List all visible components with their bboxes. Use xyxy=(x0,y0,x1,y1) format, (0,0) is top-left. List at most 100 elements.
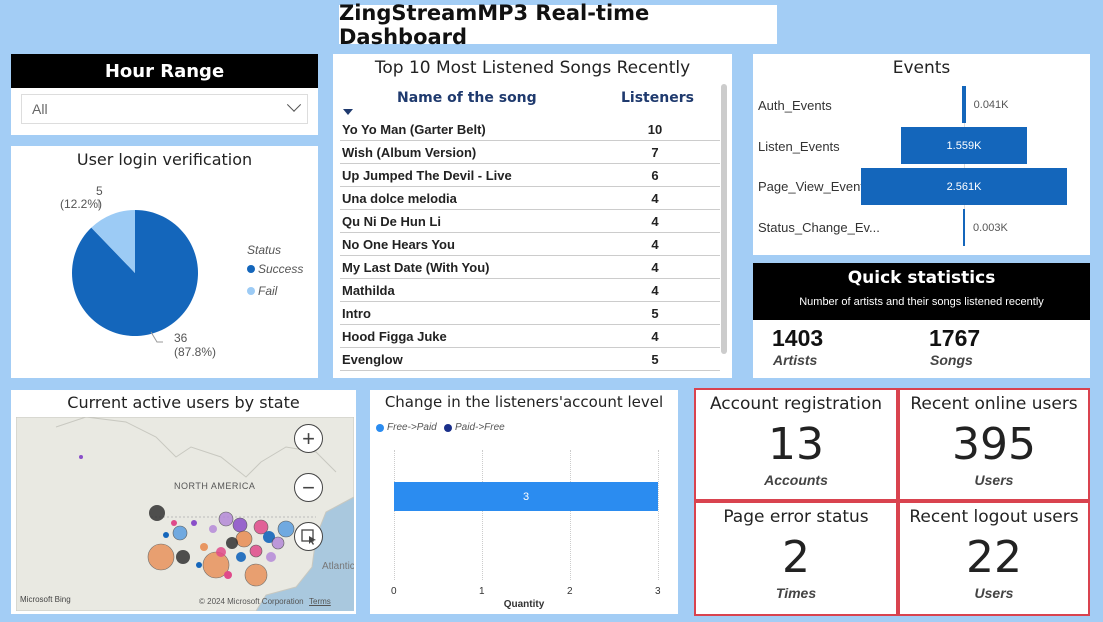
song-name: Yo Yo Man (Garter Belt) xyxy=(342,121,486,137)
account-level-title: Change in the listeners'account level xyxy=(384,393,664,411)
song-name: Hood Figga Juke xyxy=(342,328,447,344)
events-bar-value: 0.041K xyxy=(973,99,1009,111)
map-bubble[interactable] xyxy=(196,562,202,568)
map-terms-link[interactable]: Terms xyxy=(309,597,331,606)
table-row[interactable]: Up Jumped The Devil - Live 6 xyxy=(340,164,720,187)
map-canvas[interactable]: NORTH AMERICA Atlantic Microsoft Bing © … xyxy=(16,417,354,611)
song-name: Qu Ni De Hun Li xyxy=(342,213,441,229)
map-copyright: © 2024 Microsoft Corporation xyxy=(199,597,304,606)
legend-item-paid-free[interactable]: Paid->Free xyxy=(444,422,505,433)
quick-statistics-subtitle: Number of artists and their songs listen… xyxy=(799,296,1044,308)
quick-statistics-card: Quick statistics Number of artists and t… xyxy=(753,263,1090,378)
pie-leader-success xyxy=(150,331,163,343)
map-bubble[interactable] xyxy=(277,520,295,538)
events-chart: Events Auth_Events Listen_Events Page_Vi… xyxy=(753,54,1090,255)
map-bubble[interactable] xyxy=(176,550,190,564)
kpi-account-registration: Account registration 13 Accounts xyxy=(694,388,898,501)
bar-free-paid-label: 3 xyxy=(522,490,530,503)
song-listeners: 4 xyxy=(651,259,659,275)
map-bubble[interactable] xyxy=(224,571,232,579)
select-area-button[interactable] xyxy=(294,522,323,551)
legend-item-fail[interactable]: Fail xyxy=(247,284,277,298)
map-bubble[interactable] xyxy=(235,530,253,548)
kpi-errors-title: Page error status xyxy=(723,507,869,527)
hour-range-value: All xyxy=(32,101,48,117)
table-row[interactable]: Qu Ni De Hun Li 4 xyxy=(340,210,720,233)
map-bubble[interactable] xyxy=(163,532,169,538)
map-bubble[interactable] xyxy=(236,552,246,562)
events-label-listen: Listen_Events xyxy=(758,139,840,154)
song-listeners: 4 xyxy=(651,213,659,229)
legend-title: Status xyxy=(247,243,282,257)
x-axis-label: Quantity xyxy=(503,599,545,610)
kpi-registration-label: Accounts xyxy=(764,472,828,488)
song-name: Mathilda xyxy=(342,282,395,298)
map-bubble[interactable] xyxy=(266,552,276,562)
events-bar-2[interactable]: 2.561K xyxy=(861,168,1067,205)
song-listeners: 5 xyxy=(651,351,659,367)
events-bar-1[interactable]: 1.559K xyxy=(901,127,1027,164)
hour-range-slicer: Hour Range All xyxy=(11,54,318,135)
hour-range-dropdown[interactable]: All xyxy=(21,94,308,124)
table-row[interactable]: Wish (Album Version) 7 xyxy=(340,141,720,164)
map-bubble[interactable] xyxy=(209,525,217,533)
table-row[interactable]: No One Hears You 4 xyxy=(340,233,720,256)
zoom-in-button[interactable]: + xyxy=(294,424,323,453)
map-title: Current active users by state xyxy=(67,393,300,412)
map-bubble[interactable] xyxy=(172,525,188,541)
kpi-registration-value: 13 xyxy=(768,419,824,470)
grid-line xyxy=(394,450,395,580)
map-bubble[interactable] xyxy=(171,520,177,526)
zoom-out-button[interactable]: − xyxy=(294,473,323,502)
kpi-logout-value: 22 xyxy=(966,532,1022,583)
sort-desc-icon[interactable] xyxy=(343,109,353,115)
legend-item-success[interactable]: Success xyxy=(247,262,303,276)
song-name: Up Jumped The Devil - Live xyxy=(342,167,512,183)
events-bar-3[interactable] xyxy=(963,209,965,246)
table-row[interactable]: Hood Figga Juke 4 xyxy=(340,325,720,348)
map-bubble[interactable] xyxy=(149,505,165,521)
map-bubble[interactable] xyxy=(218,511,234,527)
events-bar-value: 0.003K xyxy=(973,222,1008,234)
login-verification-chart: User login verification 5 (12.2%) 36 (87… xyxy=(11,146,318,378)
table-row[interactable]: My Last Date (With You) 4 xyxy=(340,256,720,279)
map-bubble[interactable] xyxy=(79,455,83,459)
map-bubble[interactable] xyxy=(244,563,268,587)
map-bubble[interactable] xyxy=(216,547,226,557)
map-bubble[interactable] xyxy=(147,543,175,571)
column-header-listeners[interactable]: Listeners xyxy=(621,90,694,106)
song-name: My Last Date (With You) xyxy=(342,259,490,275)
songs-count: 1767 xyxy=(929,325,981,351)
quick-statistics-title: Quick statistics xyxy=(847,268,996,288)
song-listeners: 4 xyxy=(651,328,659,344)
table-row[interactable]: Yo Yo Man (Garter Belt) 10 xyxy=(340,118,720,141)
events-label-auth: Auth_Events xyxy=(758,98,832,113)
column-header-song-name[interactable]: Name of the song xyxy=(397,90,537,106)
artists-label: Artists xyxy=(773,352,818,368)
map-bubble[interactable] xyxy=(226,537,238,549)
map-bubble[interactable] xyxy=(232,517,248,533)
legend-item-free-paid[interactable]: Free->Paid xyxy=(376,422,437,433)
events-label-status: Status_Change_Ev... xyxy=(758,220,880,235)
song-listeners: 6 xyxy=(651,167,659,183)
events-bar-0[interactable] xyxy=(962,86,966,123)
table-row[interactable]: Una dolce melodia 4 xyxy=(340,187,720,210)
events-bar-value: 2.561K xyxy=(946,180,982,193)
dashboard-title: ZingStreamMP3 Real-time Dashboard xyxy=(339,0,650,49)
songs-rows: Yo Yo Man (Garter Belt) 10 Wish (Album Ver… xyxy=(340,118,720,371)
table-scrollbar[interactable] xyxy=(721,84,727,354)
table-row[interactable]: Mathilda 4 xyxy=(340,279,720,302)
x-tick-label: 2 xyxy=(567,586,573,597)
kpi-errors-value: 2 xyxy=(782,532,810,583)
bar-free-paid[interactable]: 3 xyxy=(394,482,658,511)
map-bubble[interactable] xyxy=(200,543,208,551)
map-bubble[interactable] xyxy=(191,520,197,526)
map-bubble[interactable] xyxy=(249,544,263,558)
legend-dot-success xyxy=(247,265,255,273)
x-tick-label: 1 xyxy=(479,586,485,597)
map-brand-logo: Microsoft Bing xyxy=(20,595,71,604)
table-row[interactable]: Intro 5 xyxy=(340,302,720,325)
table-row[interactable]: Evenglow 5 xyxy=(340,348,720,371)
map-bubble[interactable] xyxy=(271,536,285,550)
top-songs-table: Top 10 Most Listened Songs Recently Name… xyxy=(333,54,732,378)
